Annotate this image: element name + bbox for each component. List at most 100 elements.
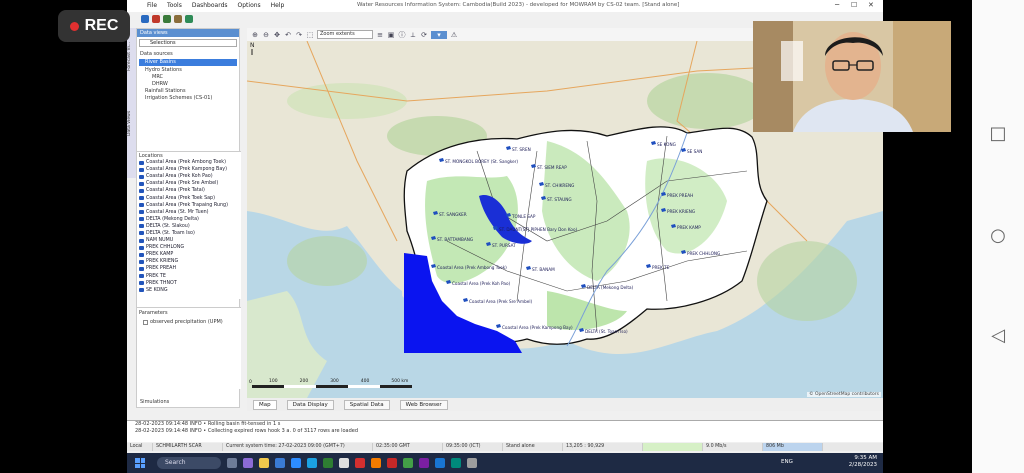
basin-label[interactable]: PREK KAMP: [677, 225, 701, 230]
location-item[interactable]: Coastal Area (Prek Tatai): [137, 187, 241, 194]
maximize-icon[interactable]: ☐: [851, 1, 857, 9]
tree-item-mrc[interactable]: MRC: [152, 74, 163, 80]
location-item[interactable]: PREK THNOT: [137, 280, 241, 287]
task-view-icon[interactable]: [227, 458, 237, 468]
location-item[interactable]: Coastal Area (St. Mr Tuen): [137, 209, 241, 216]
acrobat-icon[interactable]: [355, 458, 365, 468]
select-icon[interactable]: ⬚: [306, 31, 314, 39]
location-item[interactable]: PREK PREAH: [137, 265, 241, 272]
chart-icon[interactable]: [152, 15, 160, 23]
location-item[interactable]: PREK CHHLONG: [137, 244, 241, 251]
basin-label[interactable]: PREK KRIENG: [667, 209, 695, 214]
basin-label[interactable]: Coastal Area (Prek Ambong Toek): [437, 265, 507, 270]
basin-label[interactable]: ST. CHIKRENG: [545, 183, 574, 188]
app-icon[interactable]: [371, 458, 381, 468]
file-explorer-icon[interactable]: [259, 458, 269, 468]
excel-icon[interactable]: [323, 458, 333, 468]
edge-icon[interactable]: [275, 458, 285, 468]
word-icon[interactable]: [435, 458, 445, 468]
basin-label[interactable]: DELTA (Mekong Delta): [587, 285, 634, 290]
location-item[interactable]: PREK TE: [137, 273, 241, 280]
grid-icon[interactable]: [185, 15, 193, 23]
app-icon[interactable]: [451, 458, 461, 468]
basin-label[interactable]: ST. PURSAT: [492, 243, 516, 248]
taskbar-search[interactable]: Search: [157, 457, 221, 469]
location-item[interactable]: Coastal Area (Prek Trapaing Rung): [137, 202, 241, 209]
location-item[interactable]: PREK KRIENG: [137, 258, 241, 265]
menu-options[interactable]: Options: [238, 0, 261, 12]
table-icon[interactable]: [163, 15, 171, 23]
tree-item-hydro-stations[interactable]: Hydro Stations: [145, 67, 182, 73]
tree-item-dhrw[interactable]: DHRW: [152, 81, 168, 87]
basin-label[interactable]: PREK CHHLONG: [687, 251, 720, 256]
menu-dashboards[interactable]: Dashboards: [192, 0, 228, 12]
refresh-icon[interactable]: ⟳: [420, 31, 428, 39]
teams-icon[interactable]: [243, 458, 253, 468]
location-item[interactable]: Coastal Area (Prek Kampong Bay): [137, 166, 241, 173]
location-item[interactable]: Coastal Area (Prek Toek Sap): [137, 194, 241, 201]
home-icon[interactable]: ○: [986, 224, 1010, 248]
app-icon[interactable]: [387, 458, 397, 468]
basin-label[interactable]: ST. SIEM REAP: [537, 165, 567, 170]
parameter-item[interactable]: observed precipitation (UPM): [143, 319, 223, 325]
pan-icon[interactable]: ✥: [273, 31, 281, 39]
location-item[interactable]: DELTA (St. Toam Iso): [137, 230, 241, 237]
tree-item-rainfall-stations[interactable]: Rainfall Stations: [145, 88, 186, 94]
location-item[interactable]: DELTA (Mekong Delta): [137, 216, 241, 223]
selections-dropdown[interactable]: Selections: [139, 39, 237, 47]
menu-help[interactable]: Help: [271, 0, 285, 12]
basin-label[interactable]: Coastal Area (Prek Kampong Bay): [502, 325, 573, 330]
filter-icon[interactable]: ▾: [431, 30, 447, 39]
basin-label[interactable]: ST. SREN: [512, 147, 531, 152]
basin-label[interactable]: ST. MONGKOL BOREY (St. Sangker): [445, 159, 518, 164]
layers-icon[interactable]: ≡: [376, 31, 384, 39]
app-icon[interactable]: [403, 458, 413, 468]
recents-icon[interactable]: □: [986, 122, 1010, 146]
measure-icon[interactable]: ⟂: [409, 31, 417, 39]
location-item[interactable]: PREK KAMP: [137, 251, 241, 258]
basin-label[interactable]: ST. DAUNT(STJ PIPHEN Bary Don Koo): [499, 227, 578, 232]
tab-map[interactable]: Map: [253, 399, 277, 410]
taskbar-clock[interactable]: 9:35 AM 2/28/2023: [833, 455, 877, 469]
camera-icon[interactable]: ▣: [387, 31, 395, 39]
close-icon[interactable]: ✕: [868, 1, 874, 9]
checkbox-icon[interactable]: [143, 319, 148, 325]
location-item[interactable]: Coastal Area (Prek Koh Pao): [137, 173, 241, 180]
tab-data-display[interactable]: Data Display: [286, 399, 334, 410]
app-icon[interactable]: [467, 458, 477, 468]
location-item[interactable]: SE KONG: [137, 287, 241, 294]
basin-label[interactable]: ST. SANGKER: [439, 212, 467, 217]
basin-label[interactable]: DELTA (St. Toam Iso): [585, 329, 628, 334]
menu-file[interactable]: File: [147, 0, 157, 12]
settings-icon[interactable]: [174, 15, 182, 23]
back-icon[interactable]: ◁: [986, 324, 1010, 348]
recording-badge[interactable]: REC: [58, 10, 130, 42]
tab-data-views[interactable]: Data Views: [127, 98, 136, 148]
tab-forecast-views[interactable]: Forecast Vi...: [127, 32, 136, 82]
tab-web-browser[interactable]: Web Browser: [399, 399, 448, 410]
warning-icon[interactable]: ⚠: [450, 31, 458, 39]
basin-label[interactable]: PREK PREAH: [667, 193, 693, 198]
basin-label[interactable]: TONLE SAP: [511, 214, 536, 219]
tree-item-river-basins[interactable]: River Basins: [139, 59, 237, 66]
zoom-in-icon[interactable]: ⊕: [251, 31, 259, 39]
tree-item-irrigation-schemes[interactable]: Irrigation Schemes (CS-01): [145, 95, 212, 101]
chrome-icon[interactable]: [339, 458, 349, 468]
windows-start-icon[interactable]: [135, 458, 145, 468]
basin-label[interactable]: PREK TE: [652, 265, 670, 270]
basin-label[interactable]: Coastal Area (Prek Sre Ambel): [469, 299, 532, 304]
zoom-select[interactable]: Zoom extents: [317, 30, 373, 39]
tab-spatial-data[interactable]: Spatial Data: [343, 399, 390, 410]
basin-label[interactable]: SE SAN: [687, 149, 702, 154]
basin-label[interactable]: ST. STAUNG: [547, 197, 572, 202]
globe-icon[interactable]: [141, 15, 149, 23]
basin-label[interactable]: SE KONG: [657, 142, 676, 147]
basin-label[interactable]: ST. BANAM: [532, 267, 555, 272]
zoom-previous-icon[interactable]: ↶: [284, 31, 292, 39]
telegram-icon[interactable]: [307, 458, 317, 468]
basin-label[interactable]: Coastal Area (Prek Koh Pao): [452, 281, 511, 286]
zoom-app-icon[interactable]: [291, 458, 301, 468]
zoom-next-icon[interactable]: ↷: [295, 31, 303, 39]
location-item[interactable]: DELTA (St. Slakou): [137, 223, 241, 230]
location-item[interactable]: Coastal Area (Prek Ambong Toek): [137, 159, 241, 166]
